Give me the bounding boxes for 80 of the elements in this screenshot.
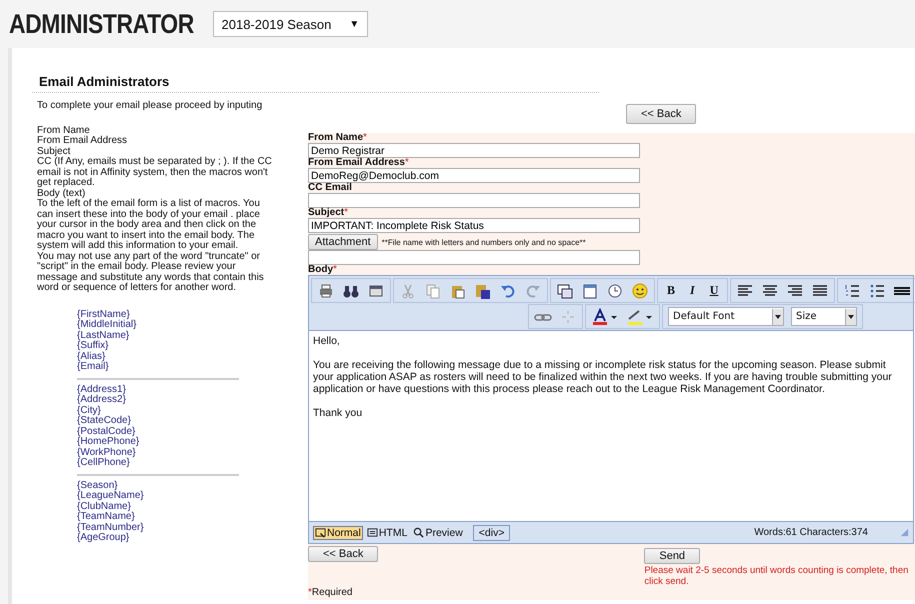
field-label: From Name bbox=[308, 132, 364, 143]
instruction-text: Body (text) bbox=[37, 188, 86, 198]
send-button[interactable]: Send bbox=[644, 548, 700, 564]
text-field[interactable] bbox=[308, 193, 640, 208]
required-note: Required bbox=[312, 587, 352, 598]
caret-icon bbox=[772, 308, 783, 324]
macro-link[interactable]: {Email} bbox=[77, 362, 239, 372]
smiley-icon[interactable] bbox=[631, 282, 649, 300]
field-label: From Email Address bbox=[308, 157, 405, 168]
mode-tab[interactable]: HTML bbox=[364, 526, 410, 540]
field-label: Body bbox=[308, 264, 333, 275]
body-paragraph: Hello, bbox=[313, 335, 341, 347]
text-field[interactable]: DemoReg@Democlub.com bbox=[308, 168, 640, 183]
size-select[interactable]: Size bbox=[791, 307, 857, 326]
file-field[interactable] bbox=[308, 250, 640, 265]
caret-icon bbox=[845, 308, 856, 324]
clock-icon[interactable] bbox=[606, 282, 624, 300]
required-mark: * bbox=[308, 587, 312, 598]
email-body-editor[interactable] bbox=[309, 330, 913, 521]
macro-link[interactable]: {WorkPhone} bbox=[77, 448, 239, 458]
instruction-text: You may not use any part of the word "truncate" or "script" in the email body. Please review your message and substitute any words that contain this word or sequence of letters for another word. bbox=[37, 252, 265, 294]
required-mark: * bbox=[333, 264, 337, 275]
format-button[interactable]: B bbox=[663, 283, 680, 298]
instruction-text: From Name bbox=[37, 126, 91, 136]
highlight-icon[interactable] bbox=[626, 308, 654, 326]
macro-link[interactable]: {StateCode} bbox=[77, 416, 239, 426]
macro-link[interactable]: {AgeGroup} bbox=[77, 533, 239, 544]
resize-grip-icon[interactable] bbox=[900, 528, 909, 537]
text-field[interactable]: Demo Registrar bbox=[308, 143, 640, 158]
format-button[interactable]: U bbox=[706, 283, 722, 298]
magnifier-icon bbox=[413, 527, 424, 538]
macro-link[interactable]: {ClubName} bbox=[77, 502, 239, 512]
word-count: Words:61 Characters:374 bbox=[754, 527, 868, 538]
send-warning: Please wait 2-5 seconds until words counting is complete, then click send. bbox=[644, 565, 910, 587]
required-mark: * bbox=[404, 157, 409, 168]
macro-link[interactable]: {TeamNumber} bbox=[77, 522, 239, 533]
section-title: Email Administrators bbox=[32, 74, 599, 93]
bullet-list-icon[interactable] bbox=[868, 282, 886, 300]
instruction-text: Subject bbox=[37, 146, 72, 156]
printer-icon[interactable] bbox=[317, 282, 335, 300]
body-paragraph: Thank you bbox=[313, 407, 364, 419]
macro-link[interactable]: {Alias} bbox=[77, 352, 239, 362]
instruction-text: From Email Address bbox=[37, 136, 128, 146]
required-mark: * bbox=[363, 132, 367, 143]
macro-link[interactable]: {Suffix} bbox=[77, 341, 239, 352]
body-paragraph: You are receiving the following message due to a missing or incomplete risk status for the upcoming season. Please submit your application ASAP as rosters will need to be finalized within the next two weeks. If you are having trouble submitting your application or have questions with this process please reach out to the League Risk Management Coordinator. bbox=[313, 359, 893, 395]
design-mode-icon bbox=[315, 527, 326, 538]
text-field[interactable]: IMPORTANT: Incomplete Risk Status bbox=[308, 218, 640, 233]
attachment-button[interactable]: Attachment bbox=[308, 234, 378, 250]
macro-link[interactable]: {Address1} bbox=[77, 384, 239, 395]
macro-link[interactable]: {FirstName} bbox=[77, 310, 239, 320]
calendar-icon[interactable] bbox=[581, 282, 599, 300]
macro-link[interactable]: {City} bbox=[77, 406, 239, 416]
season-select[interactable]: 2018-2019 Season ▼ bbox=[212, 11, 368, 37]
back-button[interactable]: << Back bbox=[308, 546, 378, 562]
mode-tab[interactable]: Preview bbox=[411, 526, 465, 540]
instructions-intro: To complete your email please proceed by inputing bbox=[37, 101, 264, 112]
back-button[interactable]: << Back bbox=[626, 104, 696, 124]
attachment-note: **File name with letters and numbers only and no space** bbox=[382, 238, 586, 246]
text-color-icon[interactable] bbox=[591, 308, 619, 326]
macro-link[interactable]: {PostalCode} bbox=[77, 426, 239, 437]
font-select[interactable]: Default Font bbox=[668, 307, 784, 326]
page-title: ADMINISTRATOR bbox=[9, 8, 194, 40]
tag-path[interactable]: <div> bbox=[472, 524, 510, 540]
macro-link[interactable]: {HomePhone} bbox=[77, 437, 239, 448]
macro-link[interactable]: {CellPhone} bbox=[77, 458, 239, 468]
macro-link[interactable]: {Address2} bbox=[77, 395, 239, 406]
format-button[interactable]: I bbox=[686, 283, 699, 298]
field-label: Subject bbox=[308, 207, 344, 218]
code-icon bbox=[366, 527, 378, 538]
required-mark: * bbox=[344, 207, 348, 218]
macro-link[interactable]: {Season} bbox=[77, 480, 239, 491]
field-label: CC Email bbox=[308, 182, 352, 193]
macro-link[interactable]: {TeamName} bbox=[77, 512, 239, 522]
macro-link[interactable]: {MiddleInitial} bbox=[77, 320, 239, 330]
mode-tab[interactable]: Normal bbox=[313, 526, 363, 540]
macro-link[interactable]: {LastName} bbox=[77, 330, 239, 341]
instruction-text: CC (If Any, emails must be separated by ; ). If the CC email is not in Affinity system, then the macros won't get replaced. bbox=[37, 157, 273, 188]
instruction-text: To the left of the email form is a list of macros. You can insert these into the body of your email . place your cursor in the body area and then click on the macro you want to insert into the email body. The system will add this information to your email. bbox=[37, 199, 261, 252]
macro-link[interactable]: {LeagueName} bbox=[77, 491, 239, 502]
